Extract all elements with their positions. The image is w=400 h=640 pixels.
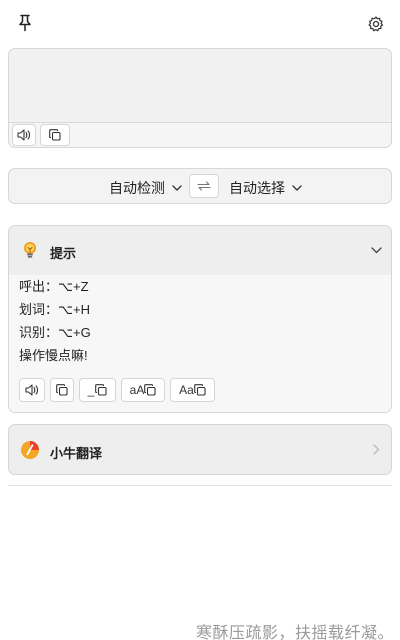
camel-case-label: aA: [129, 383, 145, 397]
hint-line: 识别：⌥+G: [19, 325, 91, 340]
chevron-down-icon: [292, 184, 302, 191]
niutrans-logo-icon: [21, 441, 39, 459]
copy-snake-case-button[interactable]: _: [79, 378, 116, 402]
copy-source-button[interactable]: [40, 124, 70, 146]
result-actions: _ aA Aa: [19, 378, 379, 402]
swap-icon: [197, 181, 211, 191]
hint-line: 划词：⌥+H: [19, 302, 90, 317]
swap-language-button[interactable]: [189, 174, 219, 198]
source-language-select[interactable]: 自动检测: [109, 178, 182, 198]
speak-source-button[interactable]: [12, 124, 36, 146]
hint-card-header[interactable]: 提示: [9, 226, 391, 275]
engine-name: 小牛翻译: [50, 446, 103, 461]
source-text-area[interactable]: [9, 49, 391, 123]
speaker-icon: [17, 129, 31, 141]
hint-card-title: 提示: [50, 246, 77, 261]
copy-icon: [144, 384, 156, 396]
title-case-label: Aa: [179, 383, 194, 397]
chevron-down-icon: [172, 184, 182, 191]
hint-text: 呼出：⌥+Z 划词：⌥+H 识别：⌥+G 操作慢点嘛!: [19, 279, 91, 371]
copy-icon: [193, 384, 206, 396]
copy-icon: [56, 384, 68, 396]
hint-line: 操作慢点嘛!: [19, 348, 88, 363]
footer-watermark: 寒酥压疏影，扶摇载纤凝。: [195, 623, 394, 640]
target-language-select[interactable]: 自动选择: [229, 178, 302, 198]
speaker-icon: [25, 384, 39, 396]
source-language-label: 自动检测: [109, 180, 165, 196]
speak-result-button[interactable]: [19, 378, 45, 402]
copy-icon: [95, 384, 107, 396]
source-text-input[interactable]: [9, 49, 391, 122]
copy-title-case-button[interactable]: Aa: [170, 378, 215, 402]
lightbulb-icon: [24, 242, 36, 258]
niutrans-engine-card[interactable]: 小牛翻译: [8, 424, 392, 475]
hint-result-card: 提示 呼出：⌥+Z 划词：⌥+H 识别：⌥+G 操作慢点嘛! _ aA Aa: [8, 225, 392, 413]
pin-icon[interactable]: [17, 14, 33, 32]
source-text-panel: [8, 48, 392, 148]
gear-icon[interactable]: [367, 15, 385, 33]
target-language-label: 自动选择: [229, 180, 285, 196]
copy-icon: [49, 129, 61, 141]
top-bar: [0, 0, 400, 46]
copy-result-button[interactable]: [50, 378, 74, 402]
copy-camel-case-button[interactable]: aA: [121, 378, 165, 402]
chevron-right-icon: [373, 444, 380, 455]
language-bar: 自动检测 自动选择: [8, 168, 392, 204]
hint-line: 呼出：⌥+Z: [19, 279, 89, 294]
divider: [8, 485, 392, 486]
chevron-down-icon[interactable]: [371, 247, 382, 254]
snake-case-label: _: [87, 383, 95, 397]
